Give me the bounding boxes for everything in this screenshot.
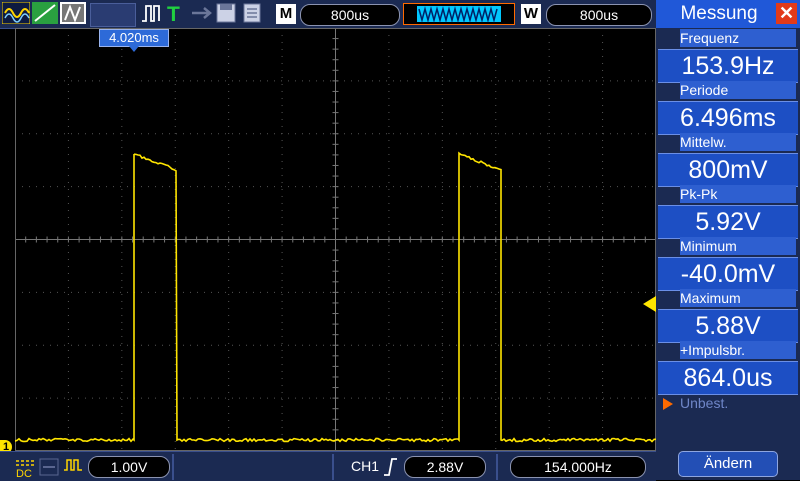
time-cursor-pointer-icon xyxy=(129,46,139,52)
graticule-and-trace xyxy=(15,28,656,451)
memory-window-indicator[interactable] xyxy=(403,3,515,25)
measurement-label-frequency: Frequenz xyxy=(680,29,796,47)
trigger-level-value[interactable]: 2.88V xyxy=(404,456,486,478)
save-icon[interactable] xyxy=(216,2,236,24)
pulse-trigger-icon[interactable] xyxy=(140,2,162,24)
measurement-panel: Messung ✕ Frequenz 153.9Hz Periode 6.496… xyxy=(656,0,800,480)
ramp-icon[interactable] xyxy=(32,2,58,24)
window-timebase-label: W xyxy=(521,4,541,24)
divider xyxy=(332,454,334,480)
rising-edge-icon[interactable] xyxy=(382,457,398,477)
top-toolbar: T M 800us W 800us xyxy=(0,0,656,29)
more-arrow-icon[interactable] xyxy=(663,398,673,410)
measurement-label-pulse-width: +Impulsbr. xyxy=(680,341,796,359)
main-timebase-value[interactable]: 800us xyxy=(300,4,400,26)
divider xyxy=(172,454,174,480)
measurement-value-period[interactable]: 6.496ms xyxy=(658,101,798,135)
close-icon[interactable]: ✕ xyxy=(776,3,797,24)
panel-header: Messung ✕ xyxy=(656,0,800,28)
svg-text:DC: DC xyxy=(16,468,32,478)
usb-icon xyxy=(190,2,214,24)
trigger-channel-label: CH1 xyxy=(351,456,379,476)
more-measurements-label[interactable]: Unbest. xyxy=(680,395,796,411)
trigger-frequency-value: 154.000Hz xyxy=(510,456,646,478)
measurement-value-frequency[interactable]: 153.9Hz xyxy=(658,49,798,83)
invert-icon[interactable] xyxy=(62,456,84,478)
bandwidth-limit-icon[interactable] xyxy=(38,456,60,478)
trigger-T-icon[interactable]: T xyxy=(166,2,184,24)
measurement-value-pulse-width[interactable]: 864.0us xyxy=(658,361,798,395)
bottom-status-bar: DC 1.00V CH1 2.88V 154.000Hz xyxy=(0,451,656,481)
divider xyxy=(496,454,498,480)
measurement-value-pkpk[interactable]: 5.92V xyxy=(658,205,798,239)
svg-text:T: T xyxy=(167,3,180,24)
measurement-label-period: Periode xyxy=(680,81,796,99)
waveform-mode-icon[interactable] xyxy=(2,2,30,24)
persistence-icon[interactable] xyxy=(60,2,86,24)
panel-title: Messung xyxy=(664,3,774,25)
measurement-label-minimum: Minimum xyxy=(680,237,796,255)
measurement-value-minimum[interactable]: -40.0mV xyxy=(658,257,798,291)
main-timebase-label: M xyxy=(276,4,296,24)
measurement-label-maximum: Maximum xyxy=(680,289,796,307)
measurement-label-mean: Mittelw. xyxy=(680,133,796,151)
measurement-value-maximum[interactable]: 5.88V xyxy=(658,309,798,343)
change-button[interactable]: Ändern xyxy=(678,451,778,477)
dc-coupling-icon[interactable]: DC xyxy=(14,456,36,478)
blank-slot xyxy=(90,3,136,27)
window-timebase-value[interactable]: 800us xyxy=(546,4,652,26)
waveform-display[interactable] xyxy=(15,28,656,451)
time-cursor-label[interactable]: 4.020ms xyxy=(99,29,169,47)
measurement-value-mean[interactable]: 800mV xyxy=(658,153,798,187)
trigger-level-marker-icon[interactable] xyxy=(643,296,656,312)
measurement-label-pkpk: Pk-Pk xyxy=(680,185,796,203)
volts-per-div-value[interactable]: 1.00V xyxy=(88,456,170,478)
print-icon[interactable] xyxy=(242,2,262,24)
